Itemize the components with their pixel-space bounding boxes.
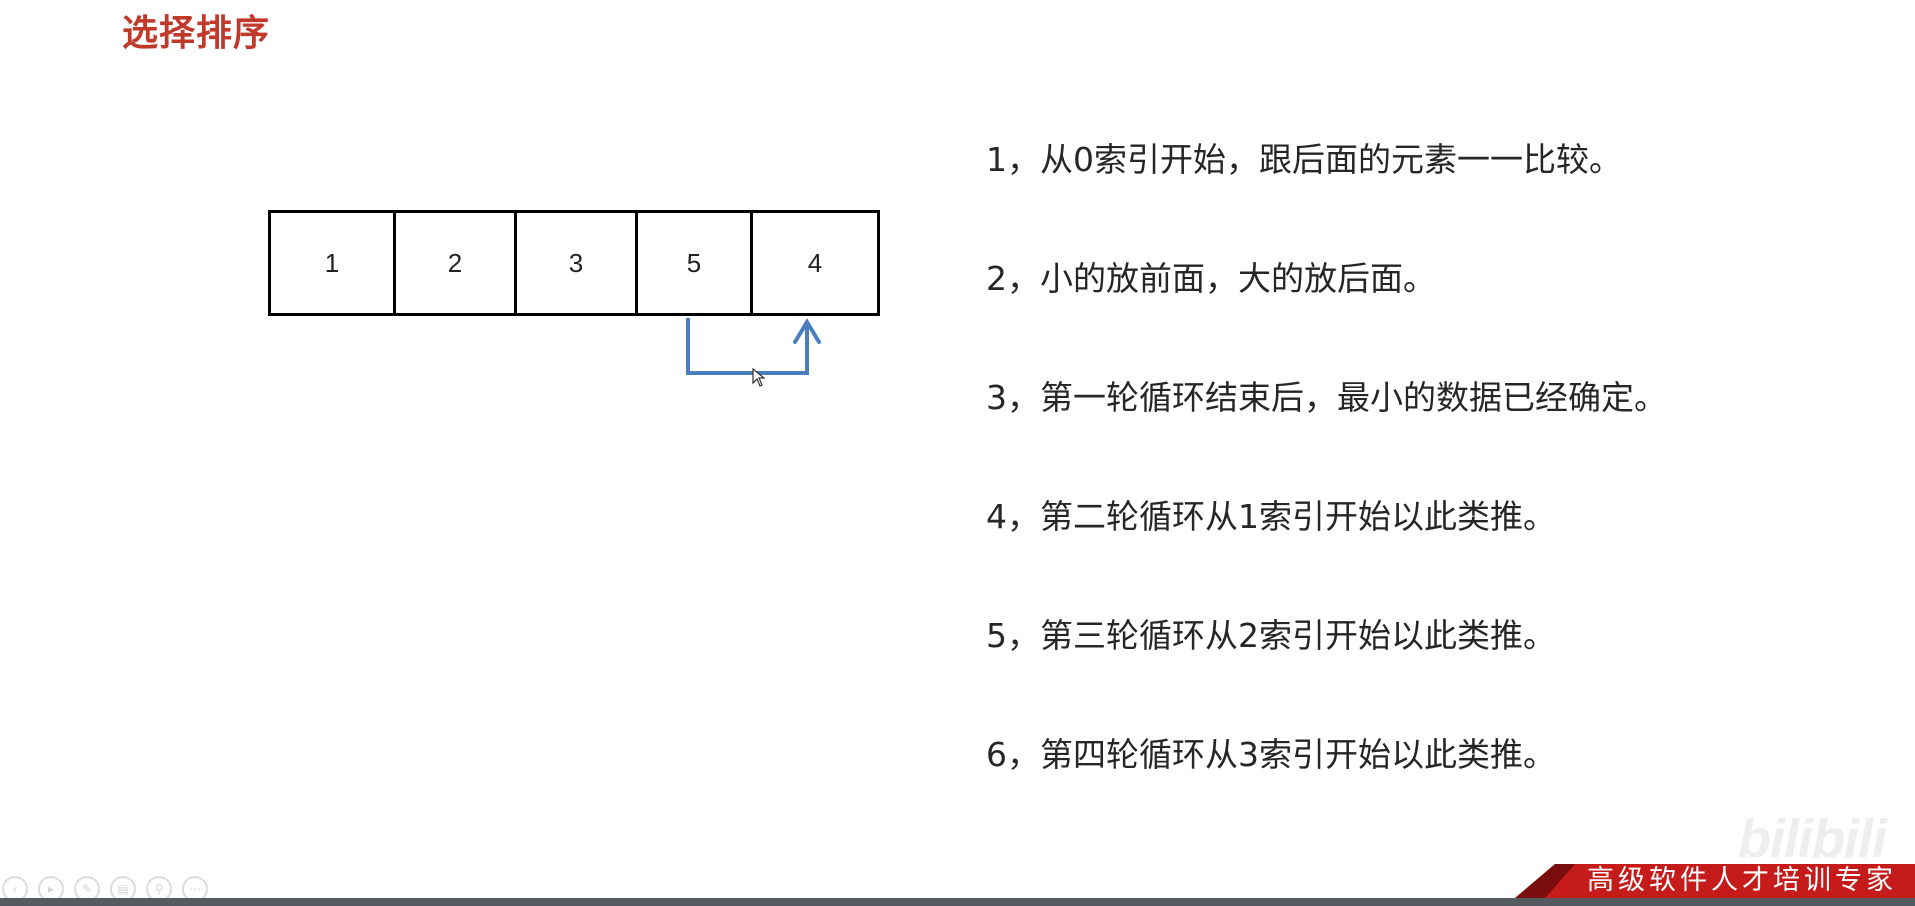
bilibili-watermark: bilibili — [1738, 809, 1887, 869]
slide-title: 选择排序 — [122, 13, 271, 54]
bottom-bar — [0, 898, 1915, 906]
compare-arrow-icon — [686, 318, 821, 375]
footer-banner-text: 高级软件人才培训专家 — [1587, 865, 1897, 896]
array-diagram: 1 2 3 5 4 — [268, 210, 880, 316]
step-item: 5，第三轮循环从2索引开始以此类推。 — [986, 616, 1556, 655]
step-item: 1，从0索引开始，跟后面的元素一一比较。 — [986, 140, 1622, 179]
array-cell: 4 — [807, 247, 823, 278]
step-item: 2，小的放前面，大的放后面。 — [986, 259, 1436, 298]
slide: 选择排序 1 2 3 5 4 1，从0索引开始，跟后面的元素一一比较。 2，小的… — [0, 0, 1915, 906]
array-cell: 3 — [517, 213, 638, 313]
array-cell: 5 — [638, 213, 753, 313]
array-cell: 2 — [396, 213, 517, 313]
step-item: 4，第二轮循环从1索引开始以此类推。 — [986, 497, 1556, 536]
steps-list: 1，从0索引开始，跟后面的元素一一比较。 2，小的放前面，大的放后面。 3，第一… — [986, 128, 1667, 842]
step-item: 3，第一轮循环结束后，最小的数据已经确定。 — [986, 378, 1667, 417]
array-cell: 1 — [271, 213, 396, 313]
step-item: 6，第四轮循环从3索引开始以此类推。 — [986, 735, 1556, 774]
mouse-cursor-icon — [752, 368, 766, 387]
